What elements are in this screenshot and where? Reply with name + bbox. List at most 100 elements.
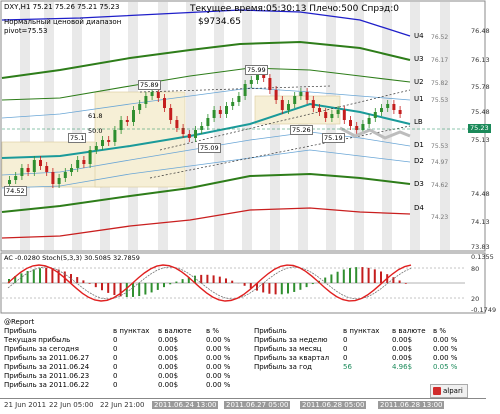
- ac-bar: [293, 283, 295, 292]
- candle-body: [132, 110, 135, 122]
- report-cell: 0.00 %: [433, 336, 457, 344]
- symbol-info: DXY,H1 75.21 75.26 75.21 75.23: [4, 3, 119, 11]
- level-d2-price: 74.97: [431, 159, 448, 166]
- alpari-logo-text: alpari: [443, 387, 463, 395]
- candle-body: [175, 120, 178, 128]
- ac-bar: [151, 283, 153, 292]
- ac-bar: [399, 280, 401, 283]
- ac-bar: [101, 283, 103, 290]
- candle-body: [188, 134, 191, 138]
- price-annotation: 75.19: [322, 133, 345, 143]
- report-cell: 0.00 %: [206, 381, 230, 389]
- price-axis-label: 74.13: [471, 218, 490, 226]
- report-cell: 0: [113, 363, 117, 371]
- report-panel: @Report Прибыль в пунктах в валюте в % П…: [0, 316, 486, 398]
- candle-body: [386, 104, 389, 108]
- ac-bar: [39, 268, 41, 283]
- level-d3-price: 74.62: [431, 182, 448, 189]
- level-d3: D3: [414, 180, 424, 188]
- ac-bar: [275, 283, 277, 294]
- price-axis-label: 76.13: [471, 56, 490, 64]
- candle-body: [355, 126, 358, 130]
- ac-bar: [380, 271, 382, 283]
- price-chart[interactable]: [0, 0, 500, 252]
- time-tick: 21 Jun 2011: [4, 401, 46, 409]
- report-row-label: Прибыль за 2011.06.22: [4, 381, 89, 389]
- candle-body: [82, 160, 85, 164]
- candle-body: [299, 92, 302, 96]
- price-axis-label: 76.48: [471, 27, 490, 35]
- fib-label: 61.8: [88, 112, 102, 120]
- ac-bar: [244, 283, 246, 286]
- price-axis-label: 75.78: [471, 83, 490, 91]
- osc-axis-label: -0.1749: [471, 306, 496, 314]
- candle-body: [225, 106, 228, 114]
- report-cell: 0.00 %: [206, 372, 230, 380]
- report-cell: 0.05 %: [433, 363, 457, 371]
- candle-body: [330, 114, 333, 118]
- session-stripe: [214, 2, 224, 250]
- report-cell: 4.96$: [392, 363, 412, 371]
- level-u2: U2: [414, 78, 424, 86]
- candle-body: [250, 80, 253, 84]
- level-u1: U1: [414, 95, 424, 103]
- candle-body: [120, 120, 123, 130]
- ac-bar: [262, 283, 264, 292]
- candle-body: [312, 100, 315, 108]
- session-stripe: [270, 2, 280, 250]
- candle-body: [275, 90, 278, 100]
- report-row-label: Прибыль за сегодня: [4, 345, 79, 353]
- candle-body: [200, 126, 203, 130]
- ac-bar: [299, 283, 301, 290]
- ac-bar: [287, 283, 289, 293]
- time-tick: 22 Jun 21:00: [100, 401, 144, 409]
- candle-body: [89, 150, 92, 164]
- ac-bar: [169, 283, 171, 284]
- price-axis-label: 74.48: [471, 190, 490, 198]
- candle-body: [318, 108, 321, 112]
- report-header: в пунктах: [113, 327, 149, 335]
- ac-bar: [182, 279, 184, 283]
- candle-body: [8, 180, 11, 184]
- price-axis-label: 75.48: [471, 108, 490, 116]
- ac-bar: [219, 277, 221, 283]
- ac-bar: [355, 267, 357, 283]
- level-u1-price: 75.53: [431, 97, 448, 104]
- candle-body: [101, 140, 104, 146]
- ac-bar: [132, 283, 134, 297]
- ac-bar: [330, 274, 332, 283]
- time-tick: 2011.06.24 13:00: [152, 401, 218, 409]
- price-annotation: 75.99: [245, 65, 268, 75]
- report-cell: 0.00$: [158, 345, 178, 353]
- time-tick: 2011.06.28 13:00: [378, 401, 444, 409]
- level-u3-price: 76.17: [431, 57, 448, 64]
- candle-body: [306, 92, 309, 100]
- candle-body: [144, 96, 147, 104]
- level-d1: D1: [414, 141, 424, 149]
- ac-bar: [206, 275, 208, 283]
- session-stripe: [20, 2, 30, 250]
- ac-bar: [361, 267, 363, 283]
- ac-bar: [281, 283, 283, 294]
- candle-body: [268, 78, 271, 90]
- report-header: в %: [433, 327, 446, 335]
- level-u2-price: 75.82: [431, 80, 448, 87]
- ac-bar: [89, 283, 91, 284]
- ac-bar: [157, 283, 159, 290]
- report-cell: 0.00$: [392, 354, 412, 362]
- candle-body: [95, 146, 98, 150]
- report-cell: 0.00$: [392, 345, 412, 353]
- candle-body: [58, 178, 61, 184]
- candle-body: [20, 168, 23, 176]
- report-cell: 0: [343, 354, 347, 362]
- candle-body: [194, 130, 197, 138]
- candle-body: [349, 120, 352, 126]
- ac-bar: [268, 283, 270, 294]
- ac-bar: [51, 268, 53, 283]
- candle-body: [64, 172, 67, 178]
- candle-body: [45, 166, 48, 172]
- candle-body: [231, 102, 234, 106]
- ac-bar: [231, 281, 233, 283]
- candle-body: [374, 112, 377, 118]
- report-header: в %: [206, 327, 219, 335]
